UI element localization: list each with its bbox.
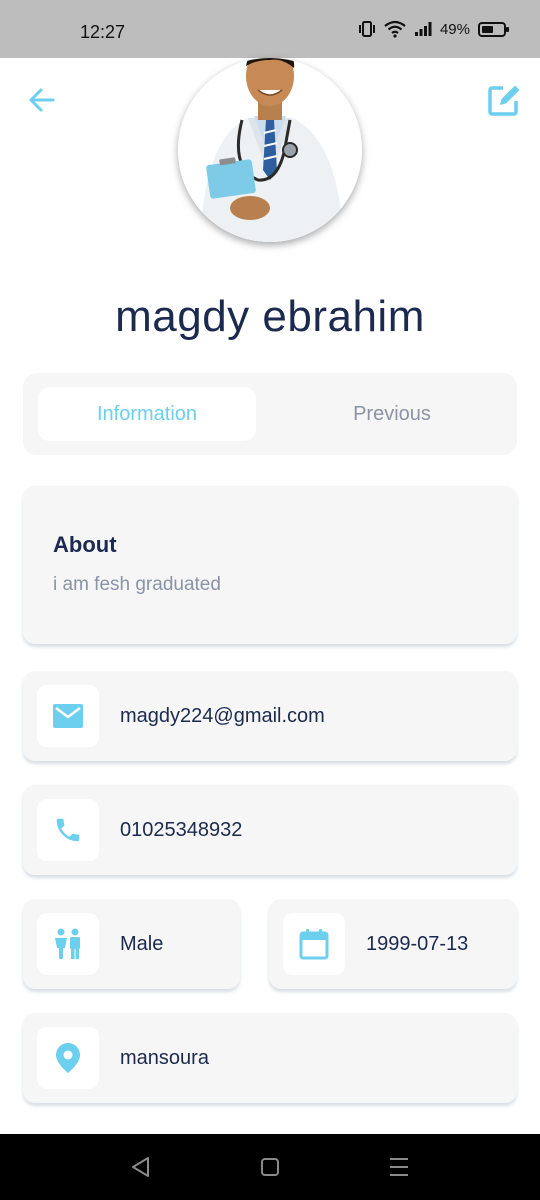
phone-value: 01025348932 (120, 818, 243, 841)
status-time: 12:27 (80, 22, 126, 42)
battery-percent: 49% (439, 20, 470, 38)
doctor-photo (178, 58, 362, 242)
tab-previous[interactable]: Previous (283, 387, 501, 441)
square-home-icon (261, 1158, 279, 1176)
location-card[interactable]: mansoura (23, 1013, 517, 1103)
location-value: mansoura (120, 1046, 209, 1069)
about-title: About (53, 532, 117, 557)
status-bar: 12:27 49% (0, 0, 540, 58)
email-icon-box (37, 685, 99, 747)
birth-date-value: 1999-07-13 (366, 932, 469, 955)
wifi-icon (384, 20, 406, 38)
gender-value: Male (120, 932, 164, 955)
profile-avatar (178, 58, 362, 242)
email-value: magdy224@gmail.com (120, 704, 325, 727)
phone-card[interactable]: 01025348932 (23, 785, 517, 875)
calendar-icon (299, 929, 329, 960)
triangle-back-icon (132, 1157, 149, 1177)
email-card[interactable]: magdy224@gmail.com (23, 671, 517, 761)
nav-home-button[interactable] (257, 1154, 283, 1180)
birth-date-card[interactable]: 1999-07-13 (269, 899, 517, 989)
vibrate-icon (358, 21, 375, 37)
arrow-left-icon (29, 88, 55, 112)
phone-icon (56, 818, 80, 842)
system-nav-bar (0, 1134, 540, 1200)
edit-profile-button[interactable] (486, 82, 522, 118)
location-icon-box (37, 1027, 99, 1089)
back-button[interactable] (26, 84, 58, 116)
signal-icon (414, 22, 432, 36)
status-icons: 49% (358, 20, 509, 38)
tab-information[interactable]: Information (38, 387, 256, 441)
gender-icon (55, 928, 80, 959)
nav-back-button[interactable] (128, 1154, 154, 1180)
gender-card[interactable]: Male (23, 899, 240, 989)
three-lines-menu-icon (390, 1158, 408, 1176)
about-card: About i am fesh graduated (23, 486, 517, 644)
profile-name: magdy ebrahim (115, 292, 425, 341)
nav-menu-button[interactable] (386, 1154, 412, 1180)
edit-square-icon (488, 85, 520, 116)
email-icon (53, 704, 83, 728)
calendar-icon-box (283, 913, 345, 975)
location-pin-icon (56, 1043, 80, 1073)
phone-icon-box (37, 799, 99, 861)
battery-icon (478, 21, 509, 37)
about-text: i am fesh graduated (53, 574, 221, 595)
profile-tabs: Information Previous (23, 373, 517, 455)
gender-icon-box (37, 913, 99, 975)
